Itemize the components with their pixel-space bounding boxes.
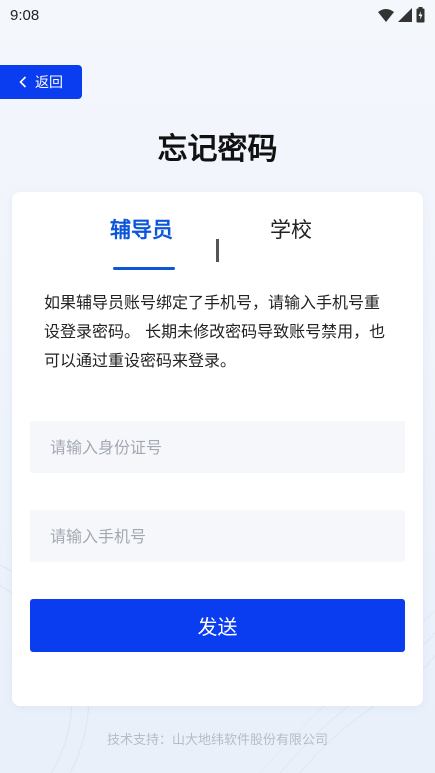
back-label: 返回	[35, 75, 63, 91]
send-button[interactable]: 发送	[30, 599, 405, 652]
tab-counselor[interactable]: 辅导员	[110, 214, 173, 244]
page-title: 忘记密码	[157, 132, 278, 167]
status-icons	[378, 7, 425, 23]
tab-bar: 辅导员 学校	[12, 214, 423, 270]
status-time: 9:08	[10, 6, 40, 24]
id-number-input[interactable]	[30, 421, 405, 473]
instructions-text: 如果辅导员账号绑定了手机号，请输入手机号重设登录密码。 长期未修改密码导致账号禁…	[44, 293, 386, 370]
back-button[interactable]: 返回	[0, 65, 82, 99]
battery-icon	[416, 7, 425, 23]
tab-active-indicator	[113, 267, 175, 270]
form-card: 辅导员 学校 如果辅导员账号绑定了手机号，请输入手机号重设登录密码。 长期未修改…	[12, 192, 423, 706]
status-bar: 9:08	[0, 0, 435, 30]
tab-divider	[216, 239, 219, 262]
wifi-icon	[378, 8, 394, 22]
footer-credit: 技术支持：山大地纬软件股份有限公司	[106, 733, 328, 748]
phone-input[interactable]	[30, 510, 405, 562]
tab-school[interactable]: 学校	[270, 214, 312, 244]
signal-icon	[398, 8, 412, 22]
chevron-left-icon	[19, 76, 27, 88]
